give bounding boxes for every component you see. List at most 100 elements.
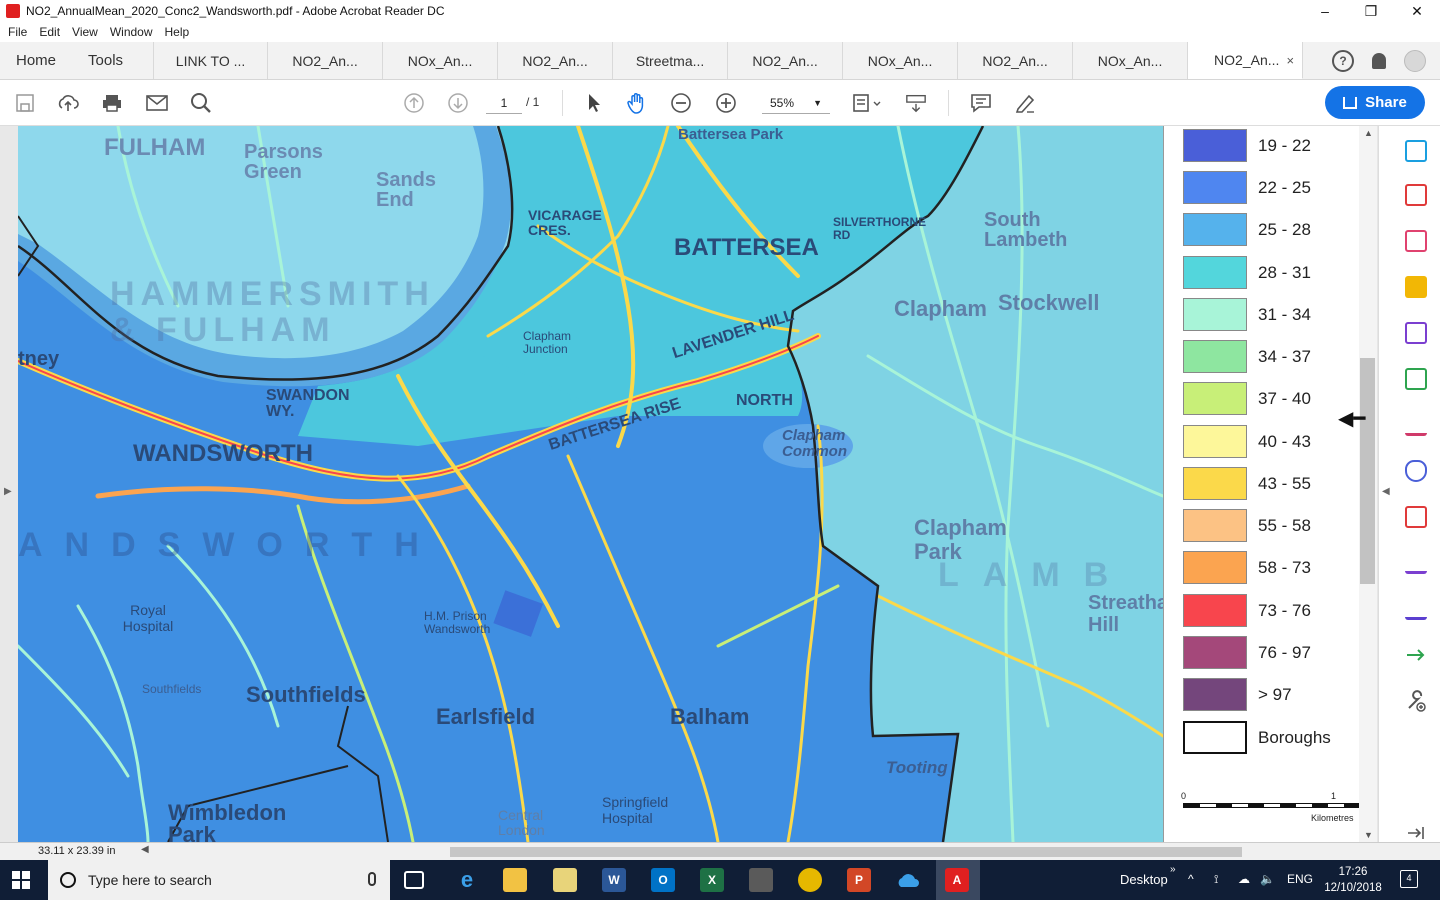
tab-document[interactable]: NOx_An... — [843, 42, 959, 79]
volume-icon[interactable]: 🔈 — [1260, 872, 1275, 886]
horizontal-scrollbar-thumb[interactable] — [450, 847, 1242, 857]
zoom-in-icon[interactable] — [715, 92, 737, 114]
taskbar-search[interactable]: Type here to search — [48, 860, 390, 900]
menu-edit[interactable]: Edit — [39, 25, 60, 39]
close-tab-icon[interactable]: × — [1286, 53, 1294, 68]
previous-page-icon[interactable] — [403, 92, 425, 114]
save-icon[interactable] — [14, 92, 36, 114]
comment-tool-icon[interactable] — [1405, 276, 1427, 298]
left-nav-strip[interactable]: ▶ — [0, 126, 18, 842]
scrollbar-thumb[interactable] — [1360, 358, 1375, 584]
certificates-icon[interactable] — [1405, 598, 1427, 620]
email-icon[interactable] — [146, 92, 168, 114]
fill-sign-icon[interactable] — [1405, 414, 1427, 436]
menu-file[interactable]: File — [8, 25, 27, 39]
tab-document[interactable]: Streetma... — [613, 42, 729, 79]
tab-home[interactable]: Home — [0, 42, 72, 79]
avatar[interactable] — [1404, 49, 1426, 72]
restore-button[interactable]: ❐ — [1348, 0, 1394, 22]
highlight-pen-icon[interactable] — [1014, 92, 1036, 114]
search-icon[interactable] — [190, 92, 212, 114]
notification-center-icon[interactable]: 4 — [1400, 870, 1418, 888]
select-cursor-icon[interactable] — [583, 92, 605, 114]
onedrive-icon[interactable] — [896, 868, 920, 892]
map-label-fulham: FULHAM — [104, 134, 206, 161]
tab-document-active[interactable]: NO2_An... × — [1188, 42, 1304, 79]
protect-icon[interactable] — [1405, 460, 1427, 482]
tab-document[interactable]: NO2_An... — [728, 42, 844, 79]
windows-start-icon[interactable] — [12, 871, 30, 889]
legend-item: 19 - 22 — [1183, 129, 1311, 162]
page-number-input[interactable]: 1 — [486, 92, 522, 114]
map-label-royal-hospital: Royal Hospital — [122, 602, 174, 634]
legend-swatch — [1183, 171, 1247, 204]
chevron-up-icon[interactable]: ^ — [1188, 872, 1194, 886]
menu-view[interactable]: View — [72, 25, 98, 39]
calculator-icon[interactable] — [749, 868, 773, 892]
zoom-level-select[interactable]: 55% ▼ — [762, 92, 830, 114]
hand-tool-icon[interactable] — [626, 92, 648, 114]
file-explorer-icon[interactable] — [503, 868, 527, 892]
chevron-right-icon[interactable]: » — [1170, 864, 1176, 875]
print-icon[interactable] — [101, 92, 123, 114]
minimize-button[interactable]: – — [1302, 0, 1348, 22]
microphone-icon[interactable] — [368, 872, 376, 886]
edit-pdf-icon[interactable] — [1405, 506, 1427, 528]
zoom-out-icon[interactable] — [670, 92, 692, 114]
network-icon[interactable]: ⟟ — [1214, 872, 1218, 887]
next-page-icon[interactable] — [447, 92, 469, 114]
tab-document[interactable]: NOx_An... — [1073, 42, 1189, 79]
cloud-sync-icon[interactable]: ☁ — [1238, 872, 1250, 886]
create-pdf-icon[interactable] — [1405, 184, 1427, 206]
share-button[interactable]: Share — [1325, 86, 1425, 119]
tab-document[interactable]: NOx_An... — [383, 42, 499, 79]
acrobat-taskbar-icon[interactable]: A — [945, 868, 969, 892]
bell-icon[interactable] — [1372, 52, 1386, 69]
scroll-down-icon[interactable]: ▼ — [1364, 830, 1373, 840]
menu-help[interactable]: Help — [165, 25, 190, 39]
legend-label: 31 - 34 — [1258, 304, 1311, 324]
desktop-toolbar-label[interactable]: Desktop — [1120, 872, 1168, 887]
collapse-pane-icon[interactable]: ◀ — [1382, 486, 1390, 497]
legend-swatch — [1183, 636, 1247, 669]
vertical-scrollbar[interactable]: ▲ ▼ — [1359, 126, 1377, 842]
outlook-icon[interactable]: O — [651, 868, 675, 892]
system-clock[interactable]: 17:26 12/10/2018 — [1320, 864, 1386, 896]
tab-document[interactable]: NO2_An... — [268, 42, 384, 79]
chrome-icon[interactable] — [798, 868, 822, 892]
powerpoint-icon[interactable]: P — [847, 868, 871, 892]
tab-document[interactable]: NO2_An... — [498, 42, 614, 79]
legend-swatch — [1183, 594, 1247, 627]
help-icon[interactable]: ? — [1332, 49, 1354, 72]
compress-icon[interactable] — [1405, 368, 1427, 390]
scroll-mode-icon[interactable] — [905, 92, 927, 114]
close-window-button[interactable]: ✕ — [1394, 0, 1440, 22]
tab-document[interactable]: NO2_An... — [958, 42, 1074, 79]
send-track-icon[interactable] — [1405, 644, 1427, 666]
notes-app-icon[interactable] — [553, 868, 577, 892]
tab-tools[interactable]: Tools — [72, 42, 139, 79]
excel-icon[interactable]: X — [700, 868, 724, 892]
language-indicator[interactable]: ENG — [1287, 872, 1313, 886]
organize-pages-icon[interactable] — [1405, 230, 1427, 252]
legend-item: 43 - 55 — [1183, 467, 1311, 500]
scroll-up-icon[interactable]: ▲ — [1364, 128, 1373, 138]
scroll-left-icon[interactable]: ◀ — [141, 844, 149, 855]
page-size-readout: 33.11 x 23.39 in — [38, 845, 116, 857]
tab-document[interactable]: LINK TO ... — [153, 42, 269, 79]
no2-concentration-map[interactable]: FULHAM Parsons Green Sands End BATTERSEA… — [18, 126, 1163, 842]
task-view-icon[interactable] — [404, 871, 424, 889]
more-tools-icon[interactable] — [1405, 690, 1427, 712]
combine-files-icon[interactable] — [1405, 322, 1427, 344]
fit-page-icon[interactable] — [850, 92, 884, 114]
menu-window[interactable]: Window — [110, 25, 153, 39]
word-icon[interactable]: W — [602, 868, 626, 892]
export-pdf-icon[interactable] — [1405, 140, 1427, 162]
send-for-signature-icon[interactable] — [1405, 552, 1427, 574]
scale-zero: 0 — [1181, 791, 1187, 801]
legend-label: 19 - 22 — [1258, 135, 1311, 155]
comment-icon[interactable] — [970, 92, 992, 114]
expand-left-icon[interactable]: ▶ — [4, 486, 12, 497]
cloud-upload-icon[interactable] — [57, 92, 79, 114]
edge-browser-icon[interactable]: e — [455, 867, 479, 892]
